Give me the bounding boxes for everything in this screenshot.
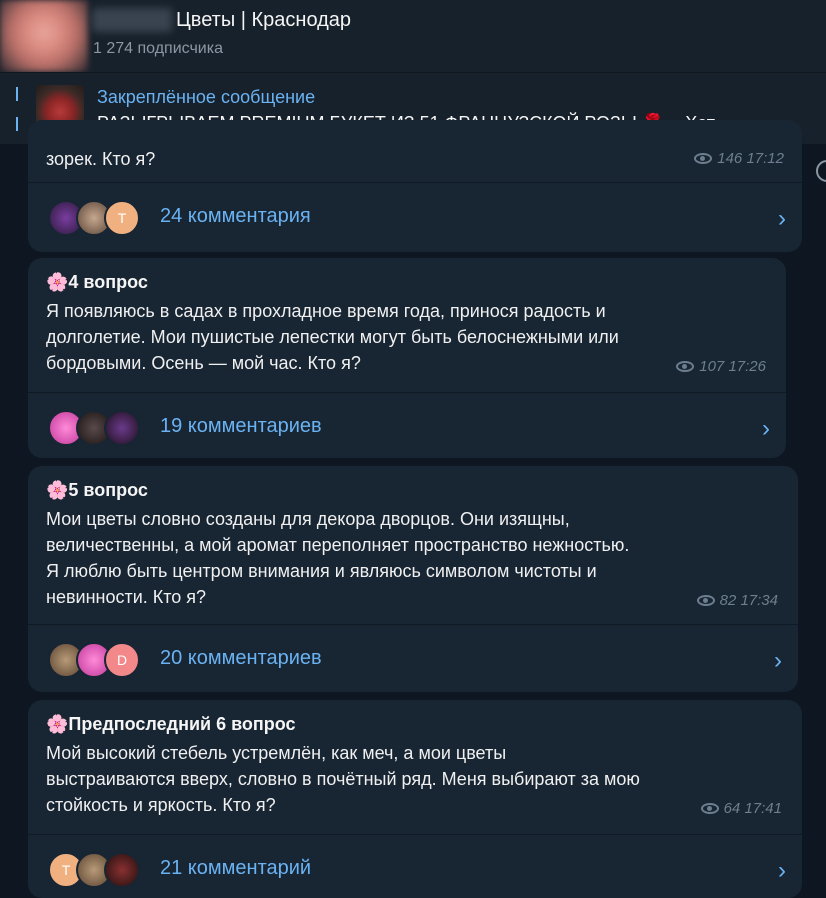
commenter-avatars: T bbox=[48, 852, 158, 888]
commenter-avatar bbox=[104, 852, 140, 888]
post-text-line: Мой высокий стебель устремлён, как меч, … bbox=[46, 743, 507, 763]
channel-title: Цветы | Краснодар bbox=[176, 9, 352, 31]
post-text: Я появляюсь в садах в прохладное время г… bbox=[46, 298, 619, 376]
post-text: Мои цветы словно созданы для декора двор… bbox=[46, 506, 629, 610]
view-count: 64 bbox=[723, 800, 741, 817]
commenter-avatars bbox=[48, 410, 158, 446]
post-meta: 64 17:41 bbox=[700, 800, 782, 817]
post-text-line: зорек. Кто я? bbox=[46, 149, 156, 169]
post-heading-text: 4 вопрос bbox=[68, 272, 148, 292]
subscriber-count: 1 274 подписчика bbox=[93, 40, 223, 57]
chevron-right-icon: › bbox=[762, 415, 770, 442]
blurred-name bbox=[92, 8, 172, 32]
comments-count: 19 комментариев bbox=[160, 415, 322, 437]
post-text: Мой высокий стебель устремлён, как меч, … bbox=[46, 740, 640, 818]
post-meta: 146 17:12 bbox=[694, 150, 784, 167]
commenter-avatar bbox=[104, 410, 140, 446]
comments-button[interactable]: D 20 комментариев › bbox=[28, 626, 798, 690]
pinned-title: Закреплённое сообщение bbox=[97, 87, 316, 107]
post-time: 17:41 bbox=[744, 800, 782, 817]
channel-post: 🌸5 вопрос Мои цветы словно созданы для д… bbox=[28, 466, 798, 692]
post-text-line: выстраиваются вверх, словно в почётный р… bbox=[46, 769, 640, 789]
post-meta: 107 17:26 bbox=[676, 358, 766, 375]
eye-icon bbox=[676, 360, 695, 372]
divider bbox=[28, 392, 786, 393]
channel-avatar[interactable] bbox=[0, 0, 88, 72]
chat-header[interactable]: Цветы | Краснодар 1 274 подписчика bbox=[0, 0, 826, 72]
post-heading-text: Предпоследний 6 вопрос bbox=[68, 714, 296, 734]
flower-icon: 🌸 bbox=[46, 480, 69, 500]
flower-icon: 🌸 bbox=[46, 272, 69, 292]
post-time: 17:34 bbox=[740, 592, 778, 609]
view-count: 82 bbox=[719, 592, 737, 609]
post-heading-text: 5 вопрос bbox=[68, 480, 148, 500]
comments-button[interactable]: T 21 комментарий › bbox=[28, 836, 802, 898]
post-text: зорек. Кто я? bbox=[46, 146, 155, 172]
eye-icon bbox=[696, 594, 715, 606]
post-heading: 🌸5 вопрос bbox=[46, 480, 148, 501]
channel-post: 🌸4 вопрос Я появляюсь в садах в прохладн… bbox=[28, 258, 786, 458]
post-heading: 🌸4 вопрос bbox=[46, 272, 148, 293]
comments-button[interactable]: T 24 комментария › bbox=[28, 184, 802, 248]
post-text-line: Мои цветы словно созданы для декора двор… bbox=[46, 509, 570, 529]
view-count: 107 bbox=[699, 358, 725, 375]
eye-icon bbox=[700, 802, 719, 814]
chevron-right-icon: › bbox=[778, 205, 786, 232]
comments-count: 20 комментариев bbox=[160, 647, 322, 669]
view-count: 146 bbox=[717, 150, 743, 167]
comments-count: 24 комментария bbox=[160, 205, 311, 227]
chevron-right-icon: › bbox=[774, 647, 782, 674]
post-time: 17:12 bbox=[746, 150, 784, 167]
channel-post: зорек. Кто я? 146 17:12 T 24 комментария… bbox=[28, 120, 802, 252]
post-text-line: Я появляюсь в садах в прохладное время г… bbox=[46, 301, 606, 321]
channel-post: 🌸Предпоследний 6 вопрос Мой высокий стеб… bbox=[28, 700, 802, 898]
post-time: 17:26 bbox=[728, 358, 766, 375]
post-meta: 82 17:34 bbox=[696, 592, 778, 609]
divider bbox=[28, 182, 802, 183]
commenter-avatar: D bbox=[104, 642, 140, 678]
pinned-indicator bbox=[16, 117, 18, 131]
pinned-indicator bbox=[16, 87, 18, 101]
commenter-avatars: D bbox=[48, 642, 158, 678]
commenter-avatar: T bbox=[104, 200, 140, 236]
eye-icon bbox=[694, 152, 713, 164]
divider bbox=[28, 834, 802, 835]
post-text-line: величественны, а мой аромат переполняет … bbox=[46, 535, 630, 555]
scroll-down-icon[interactable] bbox=[816, 160, 826, 182]
comments-count: 21 комментарий bbox=[160, 857, 312, 879]
post-text-line: Я люблю быть центром внимания и являюсь … bbox=[46, 561, 597, 581]
post-text-line: невинности. Кто я? bbox=[46, 587, 207, 607]
chevron-right-icon: › bbox=[778, 857, 786, 884]
commenter-avatars: T bbox=[48, 200, 158, 236]
comments-button[interactable]: 19 комментариев › bbox=[28, 394, 786, 458]
post-text-line: стойкость и яркость. Кто я? bbox=[46, 795, 276, 815]
post-text-line: долголетие. Мои пушистые лепестки могут … bbox=[46, 327, 619, 347]
divider bbox=[28, 624, 798, 625]
post-text-line: бордовыми. Осень — мой час. Кто я? bbox=[46, 353, 361, 373]
post-heading: 🌸Предпоследний 6 вопрос bbox=[46, 714, 296, 735]
flower-icon: 🌸 bbox=[46, 714, 69, 734]
